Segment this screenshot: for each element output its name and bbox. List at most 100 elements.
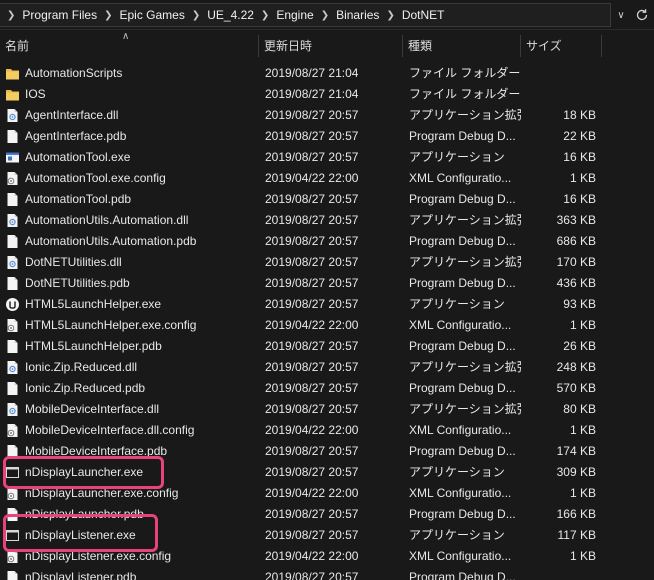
file-row[interactable]: DotNETUtilities.dll 2019/08/27 20:57 アプリケー…	[0, 252, 654, 273]
file-name: HTML5LaunchHelper.exe.config	[25, 318, 197, 332]
file-size: 22 KB	[563, 129, 596, 143]
file-name: AutomationTool.pdb	[25, 192, 132, 206]
file-name: nDisplayLauncher.exe.config	[25, 486, 179, 500]
exe-icon	[5, 150, 20, 165]
file-row[interactable]: DotNETUtilities.pdb 2019/08/27 20:57 Progr…	[0, 273, 654, 294]
file-row[interactable]: nDisplayListener.exe 2019/08/27 20:57 アプリケ…	[0, 525, 654, 546]
file-icon	[5, 507, 20, 522]
config-icon	[5, 549, 20, 564]
file-name: nDisplayListener.exe	[25, 528, 136, 542]
config-icon	[5, 486, 20, 501]
file-name: nDisplayLauncher.exe	[25, 465, 144, 479]
file-row[interactable]: IOS 2019/08/27 21:04 ファイル フォルダー	[0, 84, 654, 105]
file-explorer-window: ❯ Program Files ❯ Epic Games ❯ UE_4.22 ❯…	[0, 0, 654, 580]
column-header-type[interactable]: 種類	[403, 31, 520, 59]
file-modified-date: 2019/08/27 20:57	[265, 234, 359, 248]
file-type: アプリケーション	[409, 528, 505, 542]
file-row[interactable]: Ionic.Zip.Reduced.dll 2019/08/27 20:57 アプリ…	[0, 357, 654, 378]
blank-exe-icon	[5, 528, 20, 543]
file-row[interactable]: AutomationScripts 2019/08/27 21:04 ファイル フォ…	[0, 63, 654, 84]
file-type: XML Configuratio...	[409, 549, 512, 563]
breadcrumb-separator-icon[interactable]: ❯	[254, 10, 276, 21]
file-name: AutomationScripts	[25, 66, 123, 80]
file-size: 363 KB	[556, 213, 596, 227]
column-header-date[interactable]: 更新日時	[259, 31, 402, 59]
file-type: XML Configuratio...	[409, 423, 512, 437]
file-icon	[5, 276, 20, 291]
breadcrumb-separator-icon[interactable]: ❯	[0, 10, 22, 21]
breadcrumb-item-engine[interactable]: Engine	[276, 8, 313, 22]
file-row[interactable]: AgentInterface.pdb 2019/08/27 20:57 Progra…	[0, 126, 654, 147]
file-type: Program Debug D...	[409, 234, 516, 248]
file-modified-date: 2019/08/27 20:57	[265, 444, 359, 458]
file-row[interactable]: MobileDeviceInterface.pdb 2019/08/27 20:5…	[0, 441, 654, 462]
file-row[interactable]: AutomationTool.exe 2019/08/27 20:57 アプリケーシ…	[0, 147, 654, 168]
file-row[interactable]: AgentInterface.dll 2019/08/27 20:57 アプリケーシ…	[0, 105, 654, 126]
file-modified-date: 2019/08/27 20:57	[265, 129, 359, 143]
blank-exe-icon	[5, 465, 20, 480]
file-size: 436 KB	[556, 276, 596, 290]
column-header-name[interactable]: 名前	[0, 31, 258, 59]
file-row[interactable]: AutomationTool.pdb 2019/08/27 20:57 Progra…	[0, 189, 654, 210]
file-row[interactable]: HTML5LaunchHelper.exe 2019/08/27 20:57 アプリ…	[0, 294, 654, 315]
file-modified-date: 2019/08/27 20:57	[265, 360, 359, 374]
file-type: アプリケーション拡張	[409, 360, 521, 374]
breadcrumb-separator-icon[interactable]: ❯	[185, 10, 207, 21]
file-type: アプリケーション	[409, 465, 505, 479]
file-type: アプリケーション拡張	[409, 108, 521, 122]
file-modified-date: 2019/08/27 20:57	[265, 297, 359, 311]
file-name: AutomationTool.exe.config	[25, 171, 166, 185]
file-type: アプリケーション拡張	[409, 255, 521, 269]
file-size: 170 KB	[556, 255, 596, 269]
file-name: AutomationTool.exe	[25, 150, 131, 164]
column-header-size[interactable]: サイズ	[521, 31, 601, 59]
file-name: AutomationUtils.Automation.pdb	[25, 234, 197, 248]
file-row[interactable]: AutomationTool.exe.config 2019/04/22 22:0…	[0, 168, 654, 189]
file-row[interactable]: Ionic.Zip.Reduced.pdb 2019/08/27 20:57 Pro…	[0, 378, 654, 399]
file-type: ファイル フォルダー	[409, 66, 521, 80]
file-row[interactable]: MobileDeviceInterface.dll.config 2019/04/…	[0, 420, 654, 441]
file-row[interactable]: AutomationUtils.Automation.pdb 2019/08/27…	[0, 231, 654, 252]
refresh-icon[interactable]	[630, 3, 654, 27]
file-name: AutomationUtils.Automation.dll	[25, 213, 189, 227]
file-row[interactable]: nDisplayLauncher.exe.config 2019/04/22 22…	[0, 483, 654, 504]
file-size: 16 KB	[563, 192, 596, 206]
file-size: 570 KB	[556, 381, 596, 395]
file-type: Program Debug D...	[409, 381, 516, 395]
breadcrumb-item-program-files[interactable]: Program Files	[22, 8, 97, 22]
file-size: 1 KB	[569, 549, 596, 563]
breadcrumb-item-binaries[interactable]: Binaries	[336, 8, 379, 22]
file-row[interactable]: AutomationUtils.Automation.dll 2019/08/27…	[0, 210, 654, 231]
file-row[interactable]: HTML5LaunchHelper.exe.config 2019/04/22 2…	[0, 315, 654, 336]
breadcrumb-item-epic-games[interactable]: Epic Games	[119, 8, 184, 22]
file-type: Program Debug D...	[409, 276, 516, 290]
file-row[interactable]: nDisplayLauncher.pdb 2019/08/27 20:57 Prog…	[0, 504, 654, 525]
breadcrumb-separator-icon[interactable]: ❯	[97, 10, 119, 21]
breadcrumb-separator-icon[interactable]: ❯	[314, 10, 336, 21]
column-divider[interactable]	[601, 35, 602, 57]
dll-icon	[5, 255, 20, 270]
chevron-down-icon[interactable]: ∨	[613, 3, 629, 27]
file-type: アプリケーション	[409, 150, 505, 164]
file-name: AgentInterface.dll	[25, 108, 119, 122]
file-type: Program Debug D...	[409, 129, 516, 143]
file-row[interactable]: MobileDeviceInterface.dll 2019/08/27 20:5…	[0, 399, 654, 420]
file-size: 1 KB	[569, 423, 596, 437]
file-row[interactable]: HTML5LaunchHelper.pdb 2019/08/27 20:57 Pro…	[0, 336, 654, 357]
breadcrumb[interactable]: ❯ Program Files ❯ Epic Games ❯ UE_4.22 ❯…	[0, 3, 611, 27]
file-size: 80 KB	[563, 402, 596, 416]
breadcrumb-item-ue-4-22[interactable]: UE_4.22	[207, 8, 254, 22]
config-icon	[5, 318, 20, 333]
file-name: DotNETUtilities.dll	[25, 255, 122, 269]
file-icon	[5, 570, 20, 580]
file-row[interactable]: nDisplayLauncher.exe 2019/08/27 20:57 アプリケ…	[0, 462, 654, 483]
unreal-exe-icon	[5, 297, 20, 312]
file-name: MobileDeviceInterface.dll.config	[25, 423, 195, 437]
breadcrumb-separator-icon[interactable]: ❯	[379, 10, 401, 21]
file-row[interactable]: nDisplayListener.pdb 2019/08/27 20:57 Prog…	[0, 567, 654, 580]
column-header: ∧ 名前 更新日時 種類 サイズ	[0, 31, 654, 59]
file-row[interactable]: nDisplayListener.exe.config 2019/04/22 22…	[0, 546, 654, 567]
dll-icon	[5, 213, 20, 228]
file-modified-date: 2019/08/27 20:57	[265, 339, 359, 353]
breadcrumb-item-dotnet[interactable]: DotNET	[402, 8, 445, 22]
